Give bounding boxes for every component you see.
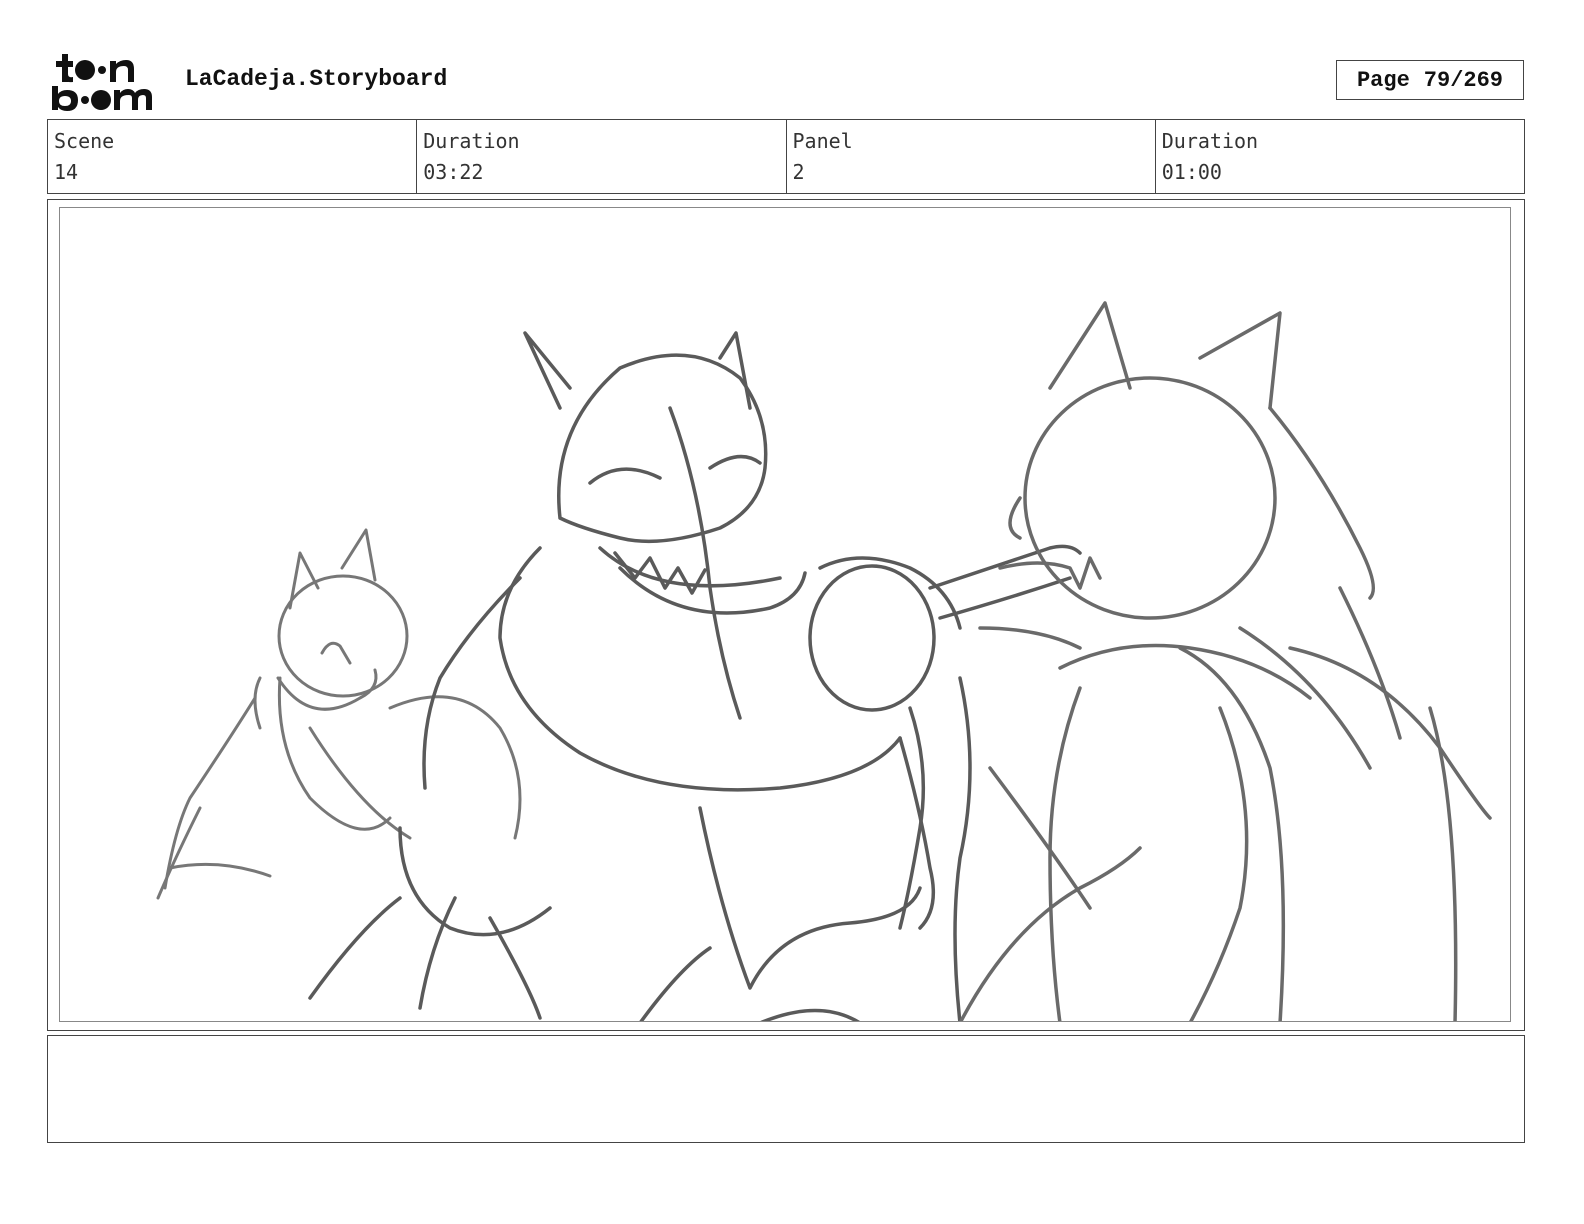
scene-duration-value: 03:22 (423, 160, 484, 184)
sketch-right-creature (959, 301, 1492, 1021)
sketch-arm-and-hand (808, 544, 1082, 1021)
page-indicator: Page 79/269 (1336, 60, 1524, 100)
sketch-center-creature (308, 331, 936, 1021)
page-label: Page (1356, 67, 1410, 93)
project-title: LaCadeja.Storyboard (185, 66, 448, 92)
panel-label: Panel (792, 129, 853, 153)
panel-cell: Panel 2 (787, 120, 1156, 193)
toon-boom-logo-icon (52, 52, 164, 112)
scene-label: Scene (54, 129, 115, 153)
scene-duration-cell: Duration 03:22 (417, 120, 787, 193)
page-number: 79/269 (1423, 67, 1504, 93)
scene-cell: Scene 14 (48, 120, 418, 193)
scene-value: 14 (54, 160, 79, 184)
storyboard-panel-image (59, 207, 1511, 1022)
panel-value: 2 (792, 160, 805, 184)
panel-info-row: Scene 14 Duration 03:22 Panel 2 Duration… (47, 119, 1525, 194)
sketch-small-creature (156, 528, 522, 900)
scene-duration-label: Duration (423, 129, 520, 153)
panel-duration-cell: Duration 01:00 (1156, 120, 1524, 193)
panel-duration-value: 01:00 (1161, 160, 1222, 184)
panel-notes-box[interactable] (47, 1035, 1525, 1143)
panel-duration-label: Duration (1161, 129, 1259, 153)
